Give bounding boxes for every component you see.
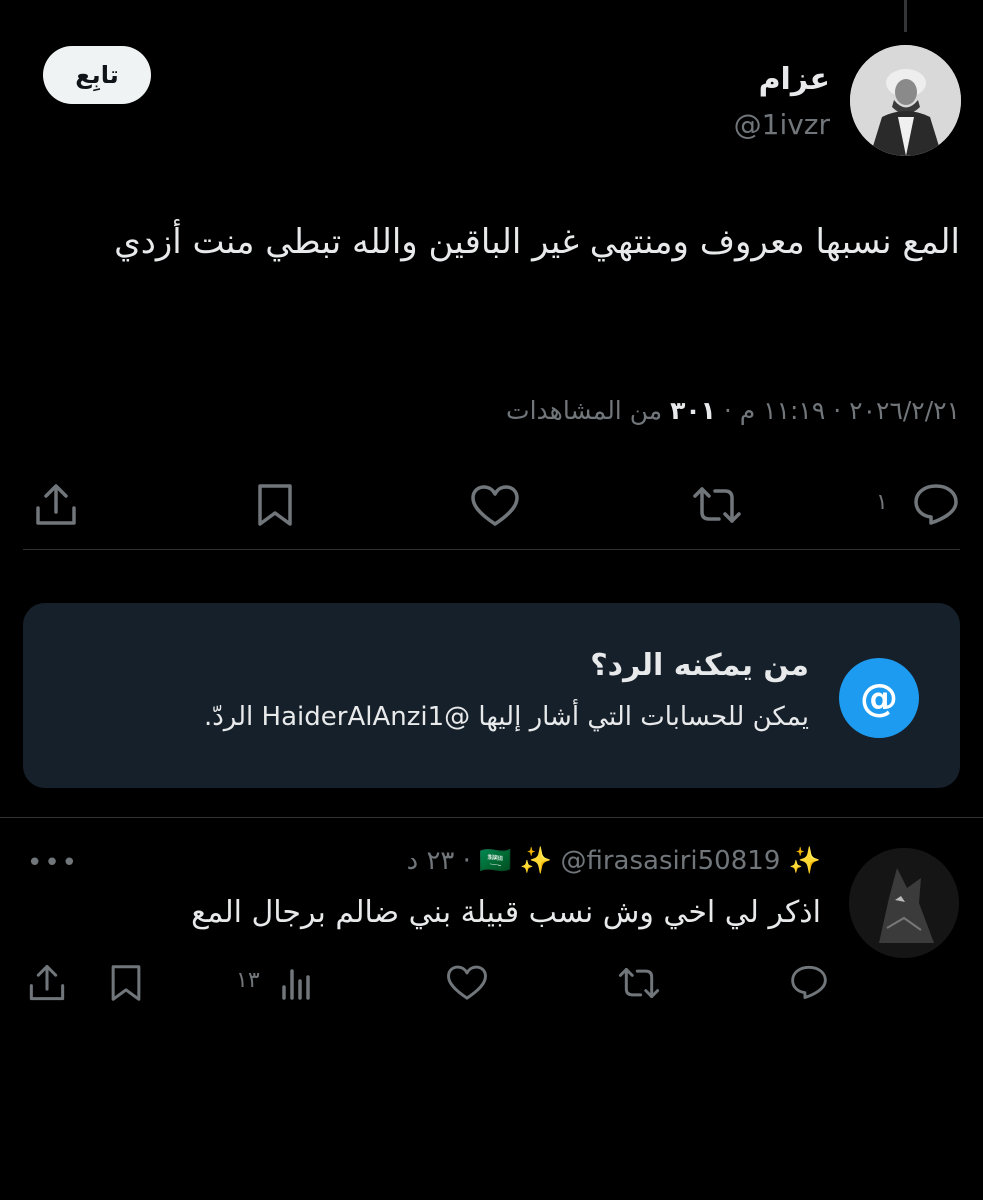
heart-icon[interactable] <box>470 484 520 528</box>
tweet-time: ١١:١٩ م <box>739 396 826 425</box>
meta-separator: · <box>723 396 732 425</box>
reply-text: اذكر لي اخي وش نسب قبيلة بني ضالم برجال … <box>191 895 821 930</box>
tweet-text: المع نسبها معروف ومنتهي غير الباقين والل… <box>114 222 960 262</box>
reply-avatar[interactable] <box>849 848 959 958</box>
author-handle[interactable]: @1ivzr <box>734 108 830 141</box>
views-count[interactable]: ٣٠١ <box>670 396 716 425</box>
author-avatar[interactable] <box>850 45 961 156</box>
meta-separator: · <box>833 396 842 425</box>
analytics-icon[interactable] <box>280 965 314 1001</box>
thread-line <box>904 0 907 32</box>
share-icon[interactable] <box>27 963 67 1003</box>
reply-header: ✨ 🇸🇦 ✨ @firasasiri50819 · ٢٣ د <box>407 846 821 876</box>
share-icon[interactable] <box>33 482 79 528</box>
follow-button[interactable]: تابِع <box>43 46 151 104</box>
divider <box>23 549 960 550</box>
author-name[interactable]: عزام <box>759 62 830 97</box>
comment-icon[interactable] <box>912 482 960 526</box>
reply-handle[interactable]: @firasasiri50819 <box>560 846 780 876</box>
reply-separator: · <box>462 846 471 876</box>
reply-views-count: ١٣ <box>236 968 260 993</box>
retweet-icon[interactable] <box>691 484 743 526</box>
bookmark-icon[interactable] <box>108 963 144 1003</box>
tweet-meta: ٢٠٢٦/٢/٢١ · ١١:١٩ م · ٣٠١ من المشاهدات <box>30 396 960 425</box>
views-label[interactable]: من المشاهدات <box>506 396 662 425</box>
reply-restriction-title: من يمكنه الرد؟ <box>590 648 809 683</box>
reply-restriction-card <box>23 603 960 788</box>
heart-icon[interactable] <box>446 964 488 1002</box>
at-icon: @ <box>839 658 919 738</box>
reply-count: ١ <box>876 490 888 515</box>
comment-icon[interactable] <box>789 964 829 1000</box>
reply-restriction-description[interactable]: يمكن للحسابات التي أشار إليها @HaiderAlA… <box>204 702 809 732</box>
retweet-icon[interactable] <box>617 965 661 1001</box>
tweet-date: ٢٠٢٦/٢/٢١ <box>849 396 960 425</box>
divider <box>0 817 983 818</box>
bookmark-icon[interactable] <box>254 482 296 528</box>
more-options-icon[interactable]: ••• <box>27 848 79 878</box>
reply-age: ٢٣ د <box>406 846 455 876</box>
